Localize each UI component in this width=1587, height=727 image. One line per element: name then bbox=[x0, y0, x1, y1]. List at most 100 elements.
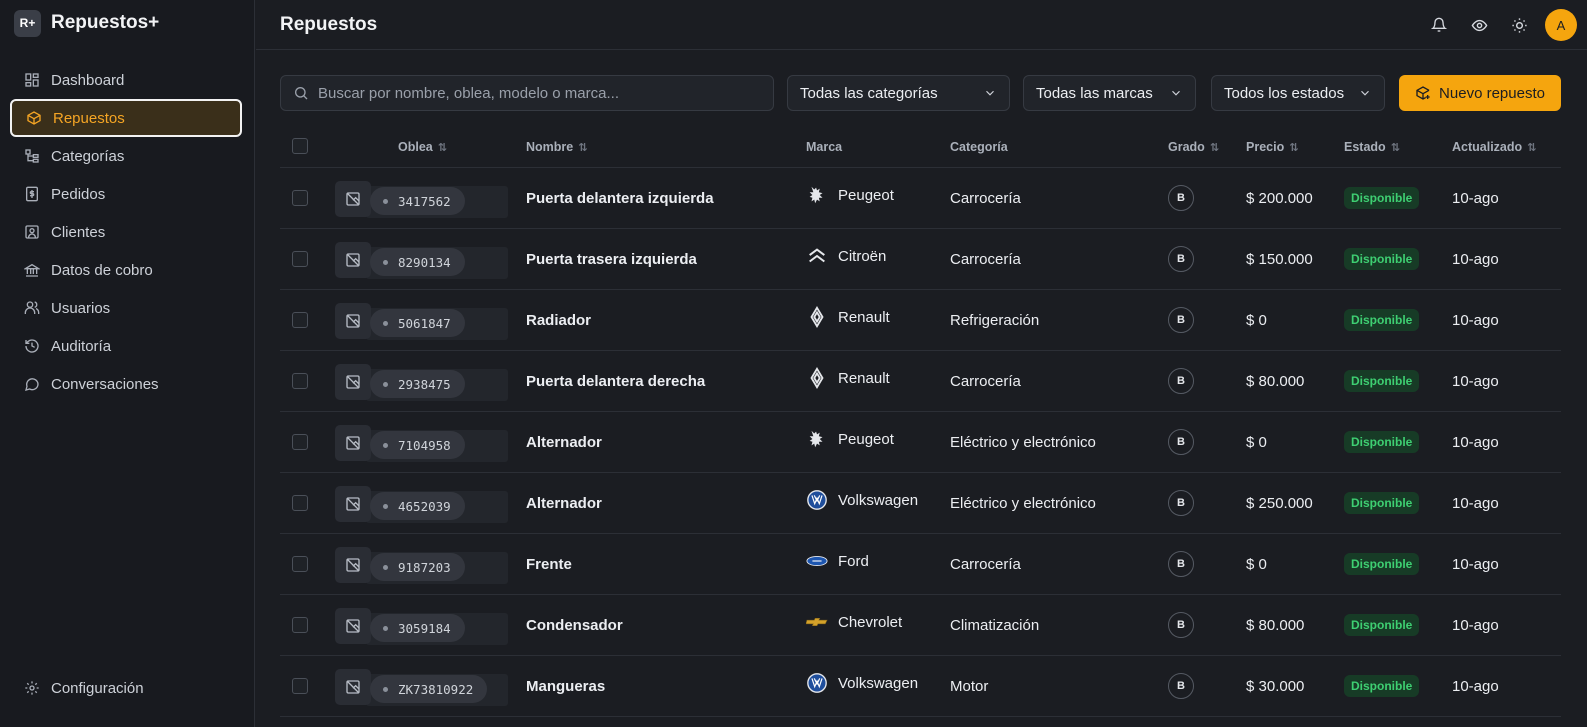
image-off-icon[interactable] bbox=[335, 425, 371, 461]
column-estado[interactable]: Estado ⇅ bbox=[1344, 140, 1400, 154]
category-cell: Climatización bbox=[950, 616, 1040, 634]
peugeot-lion-icon bbox=[806, 428, 828, 450]
price-cell: $ 30.000 bbox=[1246, 677, 1305, 695]
table-row[interactable]: 9187203 Frente Ford Carrocería B $ 0 Disponibl… bbox=[280, 534, 1561, 595]
category-cell: Carrocería bbox=[950, 250, 1021, 268]
table-header: Oblea ⇅ Nombre ⇅ Marca Categoría Grado ⇅ Pr… bbox=[280, 126, 1561, 168]
table-row[interactable]: 4652039 Alternador Volkswagen Eléctrico y e… bbox=[280, 473, 1561, 534]
eye-icon[interactable] bbox=[1461, 7, 1497, 43]
new-part-label: Nuevo repuesto bbox=[1439, 84, 1545, 102]
search-input[interactable] bbox=[318, 84, 758, 102]
category-cell: Eléctrico y electrónico bbox=[950, 494, 1096, 512]
updated-cell: 10-ago bbox=[1452, 189, 1499, 207]
row-checkbox[interactable] bbox=[292, 312, 308, 328]
table-row[interactable]: 7104958 Alternador Peugeot Eléctrico y elec… bbox=[280, 412, 1561, 473]
image-off-icon[interactable] bbox=[335, 303, 371, 339]
table-row[interactable]: 3059184 Condensador Chevrolet Climatización… bbox=[280, 595, 1561, 656]
table-row[interactable]: 5061847 Radiador Renault Refrigeración B $ 0 D… bbox=[280, 290, 1561, 351]
new-part-button[interactable]: Nuevo repuesto bbox=[1399, 75, 1561, 111]
grade-cell: B bbox=[1168, 290, 1194, 350]
part-name[interactable]: Condensador bbox=[526, 595, 623, 655]
bell-icon[interactable] bbox=[1421, 7, 1457, 43]
chevron-down-icon bbox=[1169, 86, 1183, 100]
sidebar-item-repuestos[interactable]: Repuestos bbox=[10, 99, 242, 137]
renault-diamond-icon bbox=[806, 367, 828, 389]
row-checkbox[interactable] bbox=[292, 678, 308, 694]
sidebar-item-auditoría[interactable]: Auditoría bbox=[10, 327, 242, 365]
row-checkbox[interactable] bbox=[292, 373, 308, 389]
image-off-icon[interactable] bbox=[335, 486, 371, 522]
status-badge: Disponible bbox=[1344, 614, 1420, 636]
state-cell: Disponible bbox=[1344, 229, 1420, 289]
brand-filter-select[interactable]: Todas las marcas bbox=[1023, 75, 1196, 111]
column-label: Oblea bbox=[398, 140, 433, 154]
column-grado[interactable]: Grado ⇅ bbox=[1168, 140, 1219, 154]
grade-cell: B bbox=[1168, 351, 1194, 411]
brand-cell: Volkswagen bbox=[806, 653, 918, 713]
image-off-icon[interactable] bbox=[335, 608, 371, 644]
image-off-icon[interactable] bbox=[335, 181, 371, 217]
sun-icon[interactable] bbox=[1501, 7, 1537, 43]
price-cell: $ 250.000 bbox=[1246, 494, 1313, 512]
oblea-dot bbox=[383, 381, 388, 387]
table-row[interactable]: ZK73810922 Mangueras Volkswagen Motor B $ 30.… bbox=[280, 656, 1561, 717]
sidebar-item-datos-de-cobro[interactable]: Datos de cobro bbox=[10, 251, 242, 289]
image-off-icon[interactable] bbox=[335, 547, 371, 583]
oblea-dot bbox=[383, 686, 388, 692]
table-row[interactable]: 3417562 Puerta delantera izquierda Peugeot… bbox=[280, 168, 1561, 229]
oblea-value: 3059184 bbox=[398, 620, 451, 636]
sidebar-item-label: Categorías bbox=[51, 147, 125, 165]
sidebar-item-dashboard[interactable]: Dashboard bbox=[10, 61, 242, 99]
avatar[interactable]: A bbox=[1545, 9, 1577, 41]
category-cell: Carrocería bbox=[950, 372, 1021, 390]
status-badge: Disponible bbox=[1344, 492, 1420, 514]
part-name[interactable]: Puerta trasera izquierda bbox=[526, 229, 697, 289]
part-name[interactable]: Puerta delantera derecha bbox=[526, 351, 705, 411]
row-checkbox[interactable] bbox=[292, 434, 308, 450]
sidebar-item-conversaciones[interactable]: Conversaciones bbox=[10, 365, 242, 403]
part-name[interactable]: Alternador bbox=[526, 473, 602, 533]
history-icon bbox=[24, 338, 40, 354]
updated-cell: 10-ago bbox=[1452, 433, 1499, 451]
part-name[interactable]: Mangueras bbox=[526, 656, 605, 716]
state-filter-value: Todos los estados bbox=[1224, 84, 1345, 102]
brand[interactable]: R+ Repuestos+ bbox=[0, 0, 254, 46]
status-badge: Disponible bbox=[1344, 431, 1420, 453]
part-name[interactable]: Radiador bbox=[526, 290, 591, 350]
column-precio[interactable]: Precio ⇅ bbox=[1246, 140, 1298, 154]
oblea-dot bbox=[383, 564, 388, 570]
chevron-down-icon bbox=[1358, 86, 1372, 100]
image-off-icon[interactable] bbox=[335, 364, 371, 400]
table-row[interactable]: 8290134 Puerta trasera izquierda Citroën Ca… bbox=[280, 229, 1561, 290]
sidebar-item-label: Conversaciones bbox=[51, 375, 159, 393]
part-name[interactable]: Alternador bbox=[526, 412, 602, 472]
sidebar-item-categorías[interactable]: Categorías bbox=[10, 137, 242, 175]
sidebar-item-clientes[interactable]: Clientes bbox=[10, 213, 242, 251]
row-checkbox[interactable] bbox=[292, 495, 308, 511]
oblea-dot bbox=[383, 625, 388, 631]
table-row[interactable]: 2938475 Puerta delantera derecha Renault Ca… bbox=[280, 351, 1561, 412]
row-checkbox[interactable] bbox=[292, 617, 308, 633]
renault-diamond-icon bbox=[806, 306, 828, 328]
column-label: Actualizado bbox=[1452, 140, 1523, 154]
column-label: Nombre bbox=[526, 140, 574, 154]
column-nombre[interactable]: Nombre ⇅ bbox=[526, 140, 587, 154]
sidebar-item-usuarios[interactable]: Usuarios bbox=[10, 289, 242, 327]
row-checkbox[interactable] bbox=[292, 251, 308, 267]
state-filter-select[interactable]: Todos los estados bbox=[1211, 75, 1385, 111]
image-off-icon[interactable] bbox=[335, 669, 371, 705]
sidebar-item-pedidos[interactable]: Pedidos bbox=[10, 175, 242, 213]
oblea-value: 4652039 bbox=[398, 498, 451, 514]
row-checkbox[interactable] bbox=[292, 190, 308, 206]
column-oblea[interactable]: Oblea ⇅ bbox=[398, 140, 447, 154]
grade-badge: B bbox=[1168, 368, 1194, 394]
column-actualizado[interactable]: Actualizado ⇅ bbox=[1452, 140, 1536, 154]
image-off-icon[interactable] bbox=[335, 242, 371, 278]
box-icon bbox=[26, 110, 42, 126]
part-name[interactable]: Puerta delantera izquierda bbox=[526, 168, 714, 228]
select-all-checkbox[interactable] bbox=[292, 138, 308, 154]
row-checkbox[interactable] bbox=[292, 556, 308, 572]
sidebar-item-configuracion[interactable]: Configuración bbox=[10, 669, 242, 707]
part-name[interactable]: Frente bbox=[526, 534, 572, 594]
category-filter-select[interactable]: Todas las categorías bbox=[787, 75, 1010, 111]
